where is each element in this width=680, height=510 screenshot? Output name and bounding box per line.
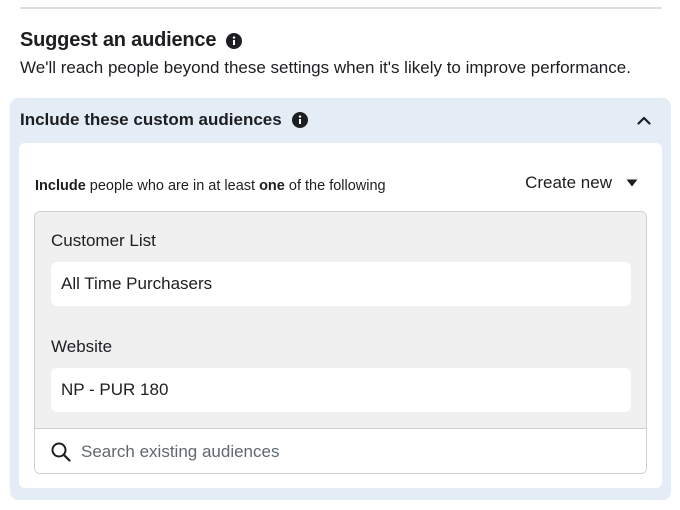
audience-search-row (35, 428, 646, 473)
custom-audiences-title: Include these custom audiences (20, 110, 282, 129)
chevron-up-icon (637, 112, 651, 130)
top-divider (20, 7, 662, 9)
create-new-label: Create new (525, 173, 612, 192)
suggest-audience-heading: Suggest an audience (20, 29, 243, 52)
include-rule-text: Include people who are in at least one o… (35, 178, 386, 194)
collapse-panel-button[interactable] (631, 108, 657, 134)
audience-item-np-pur-180[interactable]: NP - PUR 180 (51, 368, 631, 412)
custom-audiences-header: Include these custom audiences (20, 110, 308, 130)
search-icon (51, 442, 71, 462)
one-keyword: one (259, 178, 285, 194)
include-rule-mid: people who are in at least (85, 178, 260, 194)
audience-selector: Customer List All Time Purchasers Websit… (34, 211, 647, 474)
suggest-audience-title: Suggest an audience (20, 29, 217, 51)
group-label-website: Website (51, 337, 113, 356)
create-new-dropdown[interactable]: Create new (525, 173, 638, 193)
suggest-audience-description: We'll reach people beyond these settings… (20, 58, 631, 77)
search-audiences-input[interactable] (81, 441, 601, 462)
selected-audiences-list: Customer List All Time Purchasers Websit… (35, 212, 646, 428)
caret-down-icon (626, 179, 638, 187)
info-icon[interactable] (226, 32, 243, 49)
audience-item-all-time-purchasers[interactable]: All Time Purchasers (51, 262, 631, 306)
include-keyword: Include (35, 178, 86, 194)
custom-audiences-panel: Include these custom audiences Include p… (10, 98, 671, 500)
custom-audiences-card: Include people who are in at least one o… (19, 143, 662, 488)
info-icon[interactable] (291, 112, 308, 128)
group-label-customer-list: Customer List (51, 231, 156, 250)
include-rule-end: of the following (284, 178, 386, 194)
